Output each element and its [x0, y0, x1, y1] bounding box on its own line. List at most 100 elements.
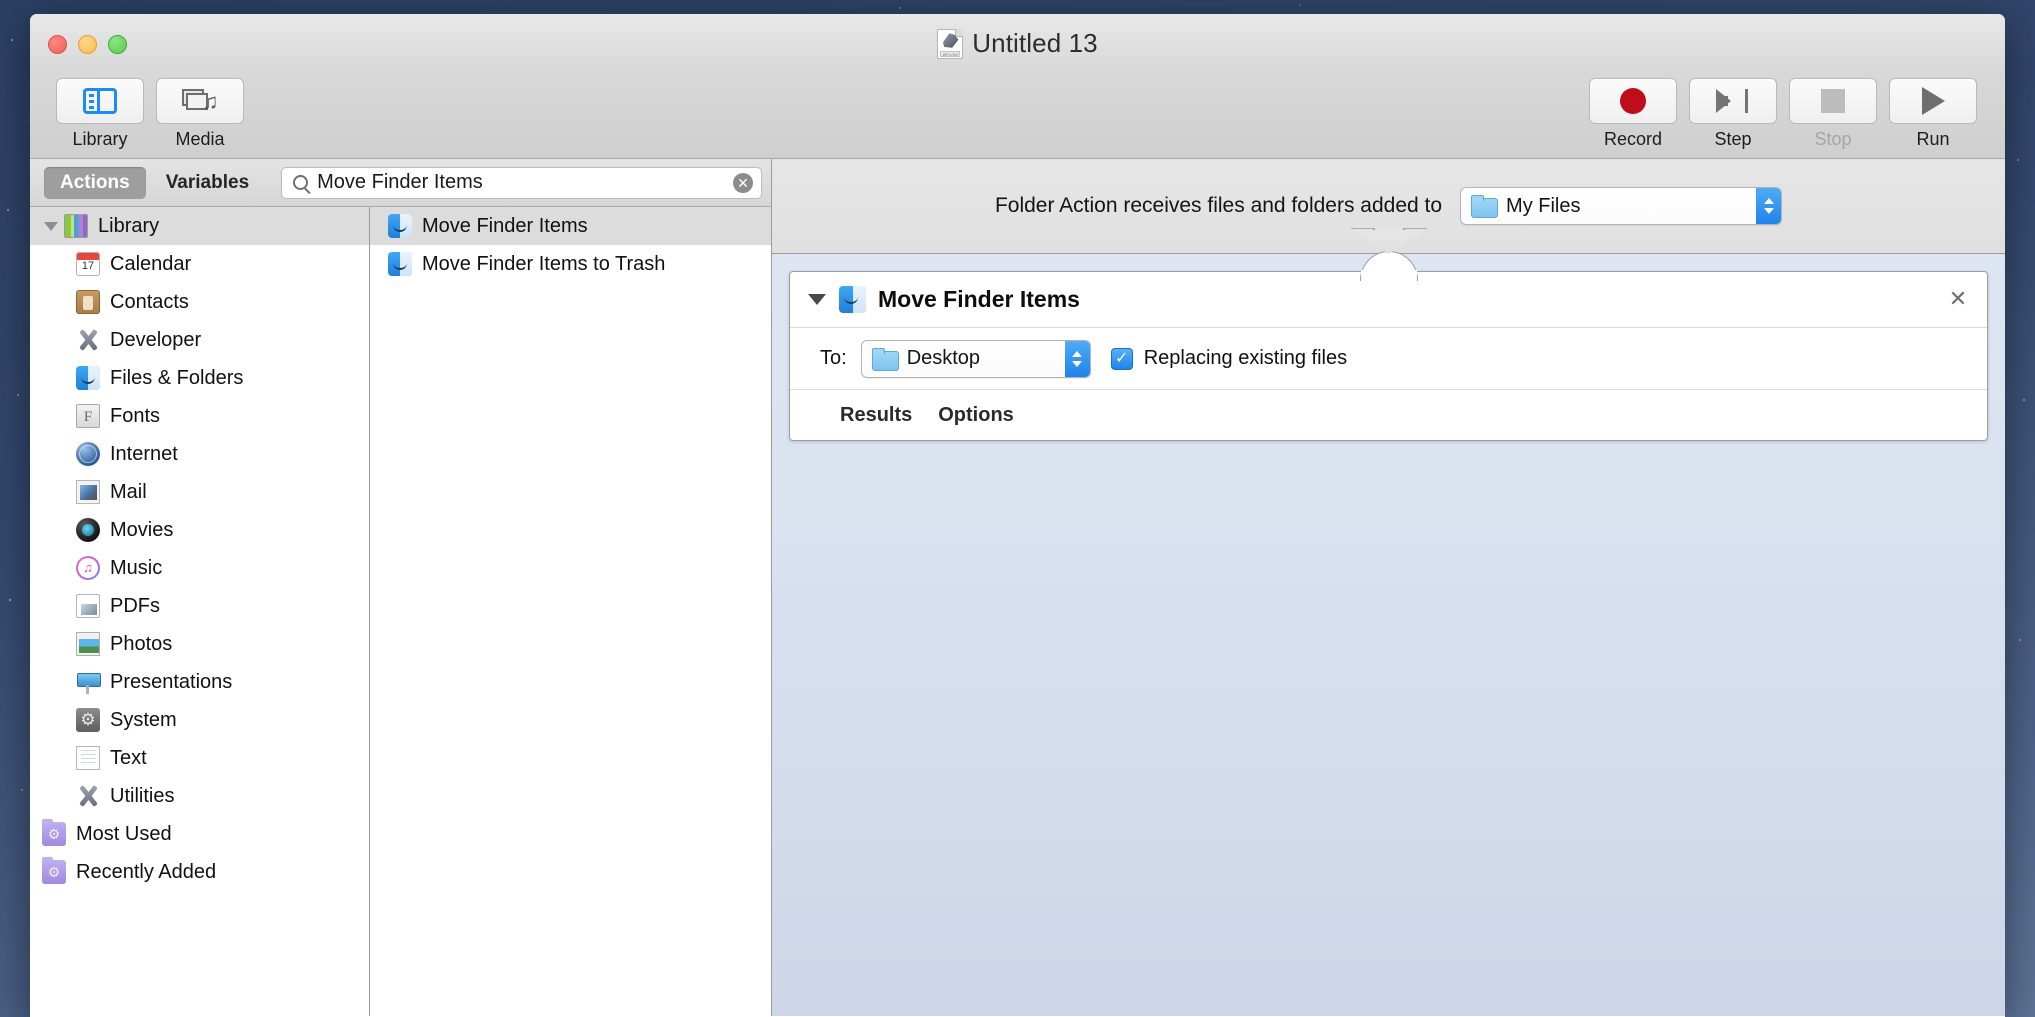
- finder-icon: [839, 286, 866, 313]
- library-tree-item-label: Photos: [110, 633, 172, 656]
- library-tree-item-label: Recently Added: [76, 861, 216, 884]
- library-tree[interactable]: Library Calendar ContactsDeveloper Files & …: [30, 207, 370, 1016]
- calendar-icon: [76, 252, 100, 276]
- library-tree-item-developer[interactable]: Developer: [30, 321, 369, 359]
- media-button-face[interactable]: ♫: [156, 78, 244, 124]
- library-tree-item-label: Movies: [110, 519, 173, 542]
- stop-button-face: [1789, 78, 1877, 124]
- media-icon: ♫: [182, 87, 218, 115]
- library-tree-item-label: Music: [110, 557, 162, 580]
- replacing-existing-files-row[interactable]: ✓ Replacing existing files: [1111, 347, 1347, 370]
- finder-icon: [388, 252, 412, 276]
- library-tree-item-label: Calendar: [110, 253, 191, 276]
- to-label: To:: [820, 347, 847, 370]
- system-icon: [76, 708, 100, 732]
- title-bar: WFLOW Untitled 13: [30, 14, 2005, 74]
- action-result-label: Move Finder Items: [422, 215, 588, 238]
- record-button-face[interactable]: [1589, 78, 1677, 124]
- step-button-face[interactable]: [1689, 78, 1777, 124]
- action-results-list[interactable]: Move Finder Items Move Finder Items to Tr…: [370, 207, 771, 1016]
- folder-action-folder-popup[interactable]: My Files: [1460, 187, 1782, 225]
- library-tree-item-text[interactable]: Text: [30, 739, 369, 777]
- action-card-move-finder-items[interactable]: Move Finder Items ✕ To: Desktop ✓ Repl: [789, 271, 1988, 441]
- library-tree-item-label: Presentations: [110, 671, 232, 694]
- library-tree-item-fonts[interactable]: Fonts: [30, 397, 369, 435]
- library-tree-item-pdfs[interactable]: PDFs: [30, 587, 369, 625]
- tab-actions[interactable]: Actions: [44, 167, 146, 199]
- replacing-existing-files-label: Replacing existing files: [1144, 347, 1347, 370]
- window-title-text: Untitled 13: [972, 28, 1097, 59]
- action-result-row[interactable]: Move Finder Items: [370, 207, 771, 245]
- library-tree-item-label: Library: [98, 215, 159, 238]
- library-tree-item-label: Text: [110, 747, 147, 770]
- library-tree-item-calendar[interactable]: Calendar: [30, 245, 369, 283]
- toolbar-record-button[interactable]: Record: [1589, 78, 1677, 150]
- folder-action-folder-value: My Files: [1506, 195, 1750, 218]
- library-tree-item-contacts[interactable]: Contacts: [30, 283, 369, 321]
- finder-icon: [388, 214, 412, 238]
- music-icon: [76, 556, 100, 580]
- contacts-icon: [76, 290, 100, 314]
- stepper-updown-icon[interactable]: [1065, 341, 1090, 377]
- library-tree-item-label: Files & Folders: [110, 367, 243, 390]
- utilities-icon: [76, 784, 100, 808]
- disclosure-triangle-down-icon[interactable]: [42, 217, 60, 235]
- toolbar-run-button[interactable]: Run: [1889, 78, 1977, 150]
- library-tree-item-files-folders[interactable]: Files & Folders: [30, 359, 369, 397]
- step-icon: [1716, 89, 1750, 113]
- presentations-icon: [76, 670, 100, 694]
- destination-folder-value: Desktop: [907, 347, 1059, 370]
- developer-icon: [76, 328, 100, 352]
- run-button-label: Run: [1916, 129, 1949, 150]
- search-input[interactable]: Move Finder Items: [317, 171, 724, 194]
- library-tree-item-most-used[interactable]: Most Used: [30, 815, 369, 853]
- search-icon: [293, 175, 308, 190]
- pdf-icon: [76, 594, 100, 618]
- toolbar: Library ♫ Media Record: [30, 74, 2005, 159]
- library-tree-item-internet[interactable]: Internet: [30, 435, 369, 473]
- library-tree-item-photos[interactable]: Photos: [30, 625, 369, 663]
- library-tree-item-recently-added[interactable]: Recently Added: [30, 853, 369, 891]
- stop-icon: [1821, 89, 1845, 113]
- smart-folder-icon: [42, 822, 66, 846]
- library-header: Actions Variables Move Finder Items ✕: [30, 159, 771, 207]
- action-card-body: To: Desktop ✓ Replacing existing files: [790, 328, 1987, 390]
- library-tree-item-music[interactable]: Music: [30, 549, 369, 587]
- tab-results[interactable]: Results: [840, 404, 912, 427]
- library-icon: [83, 88, 117, 114]
- library-tree-item-movies[interactable]: Movies: [30, 511, 369, 549]
- tab-options[interactable]: Options: [938, 404, 1014, 427]
- smart-folder-icon: [42, 860, 66, 884]
- clear-icon[interactable]: ✕: [733, 173, 753, 193]
- library-tree-item-label: PDFs: [110, 595, 160, 618]
- action-result-row[interactable]: Move Finder Items to Trash: [370, 245, 771, 283]
- library-lists: Library Calendar ContactsDeveloper Files & …: [30, 207, 771, 1016]
- toolbar-step-button[interactable]: Step: [1689, 78, 1777, 150]
- run-icon: [1922, 87, 1945, 115]
- action-result-label: Move Finder Items to Trash: [422, 253, 665, 276]
- library-tree-item-system[interactable]: System: [30, 701, 369, 739]
- toolbar-left-group: Library ♫ Media: [56, 78, 244, 150]
- tab-variables[interactable]: Variables: [150, 167, 265, 199]
- step-button-label: Step: [1714, 129, 1751, 150]
- record-button-label: Record: [1604, 129, 1662, 150]
- toolbar-library-button[interactable]: Library: [56, 78, 144, 150]
- action-card-connector-bump-mask: [1361, 270, 1417, 276]
- search-field[interactable]: Move Finder Items ✕: [281, 167, 762, 199]
- automator-workflow-icon: WFLOW: [937, 29, 963, 59]
- library-tree-item-utilities[interactable]: Utilities: [30, 777, 369, 815]
- run-button-face[interactable]: [1889, 78, 1977, 124]
- destination-folder-popup[interactable]: Desktop: [861, 340, 1091, 378]
- toolbar-media-button[interactable]: ♫ Media: [156, 78, 244, 150]
- replacing-existing-files-checkbox[interactable]: ✓: [1111, 348, 1133, 370]
- library-tree-item-presentations[interactable]: Presentations: [30, 663, 369, 701]
- close-icon[interactable]: ✕: [1947, 289, 1969, 311]
- library-tree-item-library[interactable]: Library: [30, 207, 369, 245]
- folder-icon: [1471, 196, 1496, 216]
- library-tree-item-mail[interactable]: Mail: [30, 473, 369, 511]
- stepper-updown-icon[interactable]: [1756, 188, 1781, 224]
- disclosure-triangle-down-icon[interactable]: [808, 294, 826, 305]
- workflow-input-header: Folder Action receives files and folders…: [772, 159, 2005, 254]
- library-button-face[interactable]: [56, 78, 144, 124]
- action-card-title: Move Finder Items: [878, 286, 1080, 313]
